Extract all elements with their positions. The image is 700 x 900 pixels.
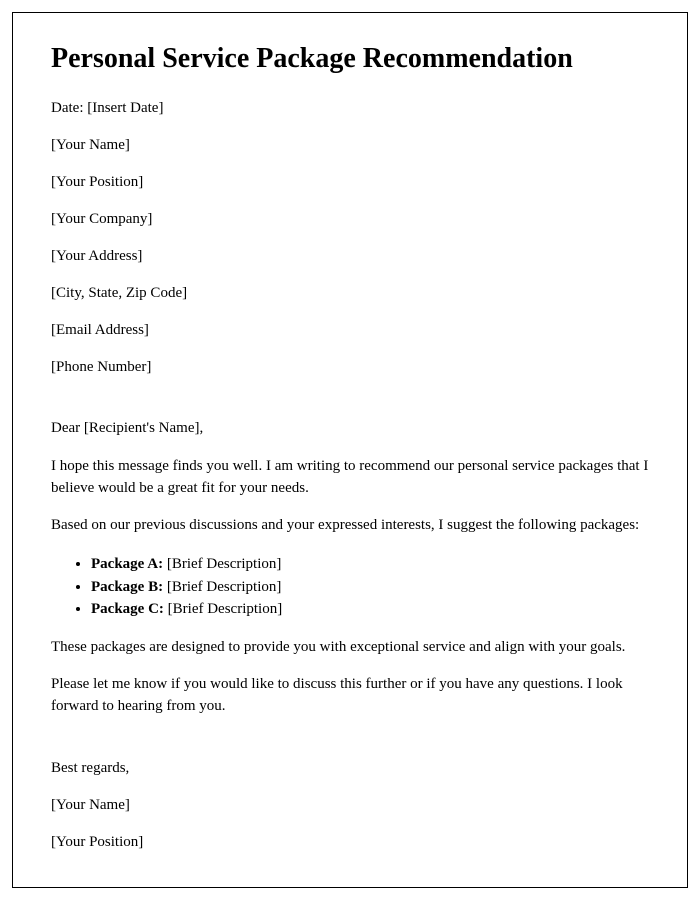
- sender-position: [Your Position]: [51, 172, 649, 193]
- list-item: Package B: [Brief Description]: [91, 576, 649, 599]
- sender-phone: [Phone Number]: [51, 357, 649, 378]
- sender-city-state-zip: [City, State, Zip Code]: [51, 283, 649, 304]
- package-name: Package C:: [91, 601, 164, 617]
- spacer: [51, 394, 649, 418]
- list-item: Package A: [Brief Description]: [91, 553, 649, 576]
- spacer: [51, 734, 649, 758]
- list-item: Package C: [Brief Description]: [91, 598, 649, 621]
- signoff-name: [Your Name]: [51, 795, 649, 816]
- date-line: Date: [Insert Date]: [51, 98, 649, 119]
- signoff-position: [Your Position]: [51, 832, 649, 853]
- sender-address: [Your Address]: [51, 246, 649, 267]
- package-name: Package B:: [91, 579, 163, 595]
- package-desc: [Brief Description]: [163, 556, 281, 572]
- intro-paragraph: I hope this message finds you well. I am…: [51, 456, 649, 500]
- sender-name: [Your Name]: [51, 135, 649, 156]
- sender-email: [Email Address]: [51, 320, 649, 341]
- document-page: Personal Service Package Recommendation …: [12, 12, 688, 888]
- package-desc: [Brief Description]: [164, 601, 282, 617]
- benefit-paragraph: These packages are designed to provide y…: [51, 637, 649, 659]
- closing-ask-paragraph: Please let me know if you would like to …: [51, 674, 649, 718]
- package-desc: [Brief Description]: [163, 579, 281, 595]
- signoff-regards: Best regards,: [51, 758, 649, 779]
- salutation: Dear [Recipient's Name],: [51, 418, 649, 440]
- document-title: Personal Service Package Recommendation: [51, 41, 649, 76]
- package-name: Package A:: [91, 556, 163, 572]
- lead-in-paragraph: Based on our previous discussions and yo…: [51, 515, 649, 537]
- sender-company: [Your Company]: [51, 209, 649, 230]
- package-list: Package A: [Brief Description] Package B…: [91, 553, 649, 621]
